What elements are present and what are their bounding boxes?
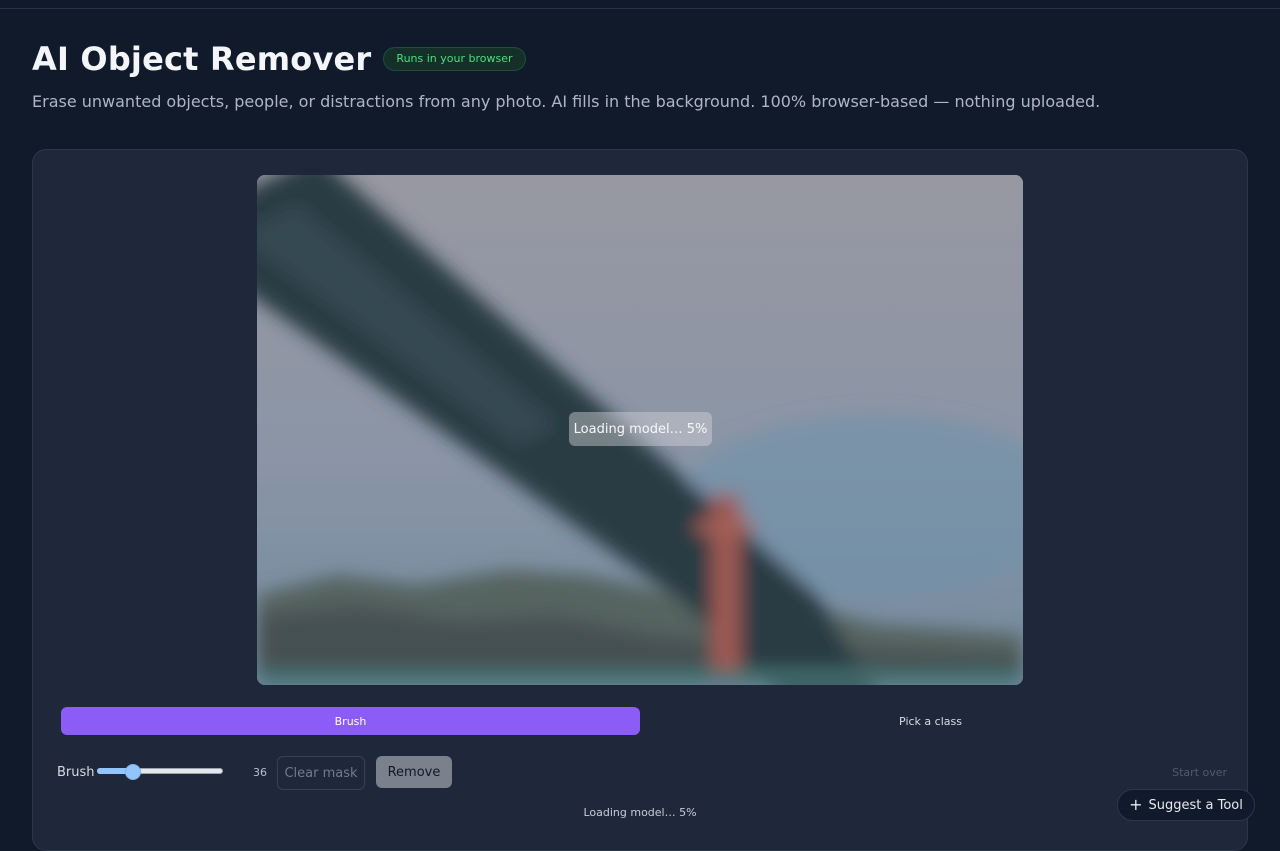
editor-panel: Loading model… 5% Brush Pick a class Bru… — [32, 149, 1248, 851]
title-row: AI Object Remover Runs in your browser — [32, 40, 526, 78]
remove-button[interactable]: Remove — [376, 756, 452, 788]
top-divider — [0, 8, 1280, 9]
start-over-link[interactable]: Start over — [1172, 766, 1227, 779]
status-text: Loading model… 5% — [583, 806, 697, 819]
brush-size-label: Brush — [57, 765, 95, 780]
page-title: AI Object Remover — [32, 40, 372, 78]
clear-mask-button[interactable]: Clear mask — [277, 756, 365, 790]
suggest-tool-button[interactable]: + Suggest a Tool — [1117, 789, 1255, 821]
mode-pick-class-button[interactable]: Pick a class — [640, 707, 1221, 735]
brush-controls: Brush 36 Clear mask Remove Start over — [57, 756, 1227, 790]
suggest-tool-label: Suggest a Tool — [1148, 797, 1243, 813]
brush-size-value: 36 — [253, 766, 267, 779]
mode-selector: Brush Pick a class — [61, 707, 1221, 735]
loading-overlay: Loading model… 5% — [569, 412, 712, 446]
mode-brush-button[interactable]: Brush — [61, 707, 640, 735]
image-canvas[interactable]: Loading model… 5% — [257, 175, 1023, 685]
browser-badge: Runs in your browser — [383, 47, 526, 71]
plus-icon: + — [1129, 795, 1143, 814]
page-subtitle: Erase unwanted objects, people, or distr… — [32, 92, 1101, 111]
brush-size-slider[interactable] — [97, 764, 223, 780]
slider-thumb[interactable] — [125, 764, 141, 780]
